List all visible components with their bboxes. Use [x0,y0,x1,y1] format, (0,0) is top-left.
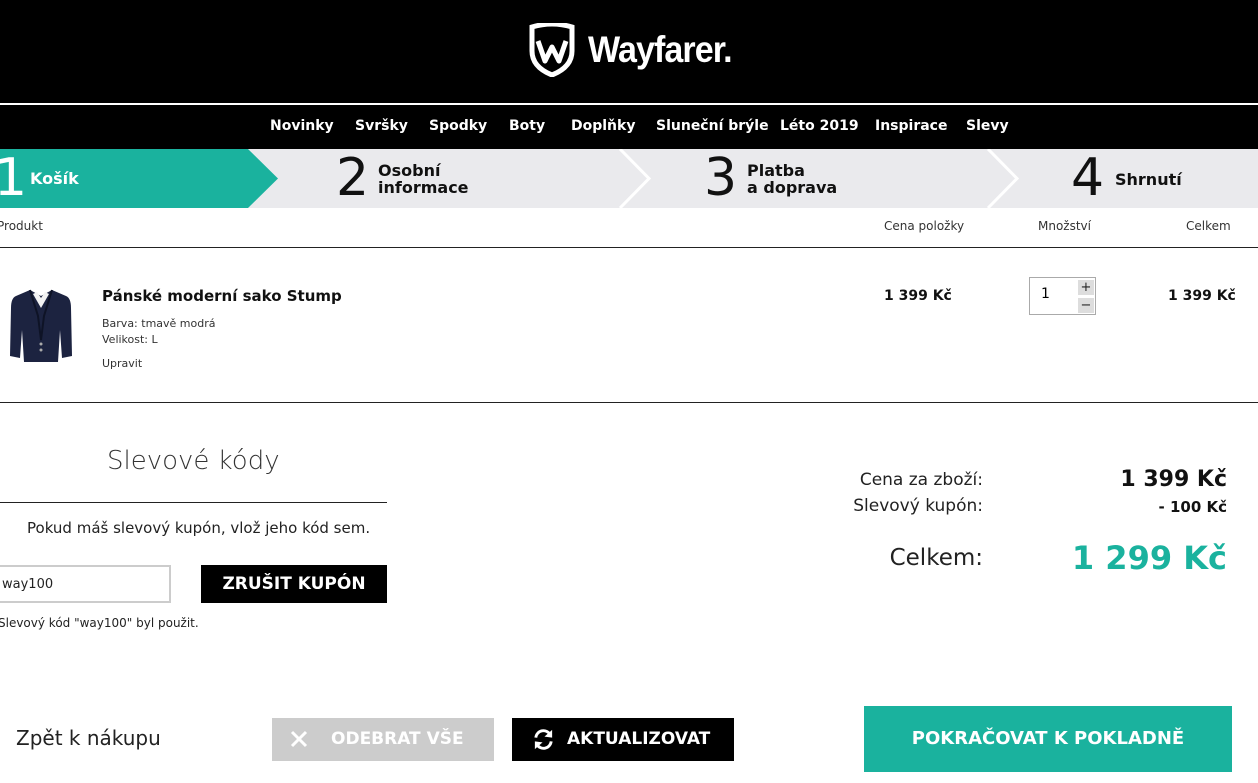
remove-all-button[interactable]: ODEBRAT VŠE [272,718,494,761]
column-header-unit-price: Cena položky [884,219,965,233]
total-value: 1 299 Kč [1071,539,1227,577]
goods-price-value: 1 399 Kč [1120,467,1227,492]
step-2-number: 2 [336,149,370,208]
main-nav: Novinky Svršky Spodky Boty Doplňky Slune… [0,105,1258,149]
table-bottom-divider [0,402,1258,403]
nav-item-inspirace[interactable]: Inspirace [875,105,947,149]
goods-price-label: Cena za zboží: [859,470,983,490]
logo-text: Wayfarer. [588,29,733,70]
update-cart-button[interactable]: AKTUALIZOVAT [512,718,734,761]
item-unit-price: 1 399 Kč [884,288,952,304]
site-header: Wayfarer. [0,0,1258,103]
nav-item-novinky[interactable]: Novinky [270,105,334,149]
update-cart-label: AKTUALIZOVAT [567,729,711,749]
step-3-label-line2: a doprava [747,178,838,197]
product-thumbnail[interactable] [8,286,74,364]
column-header-total: Celkem [1186,219,1231,233]
quantity-stepper: + − [1029,277,1096,315]
quantity-input[interactable] [1041,286,1081,302]
step-3-number: 3 [704,149,738,208]
coupon-code-input[interactable] [0,565,171,603]
discount-value: - 100 Kč [1158,498,1228,516]
nav-item-slevy[interactable]: Slevy [966,105,1009,149]
step-3-label-line1: Platba [747,161,805,180]
coupon-title-divider [0,502,387,503]
step-2-label-line1: Osobní [378,161,441,180]
step-2-label-line2: informace [378,178,469,197]
step-4-label: Shrnutí [1115,170,1182,189]
proceed-to-checkout-button[interactable]: POKRAČOVAT K POKLADNĚ [864,706,1232,772]
nav-item-svrsky[interactable]: Svršky [355,105,408,149]
step-4-number: 4 [1071,149,1105,208]
step-1-number: 1 [0,149,28,208]
nav-item-doplnky[interactable]: Doplňky [571,105,635,149]
cancel-coupon-button[interactable]: ZRUŠIT KUPÓN [201,565,387,603]
column-header-product: Produkt [0,219,43,233]
checkout-steps: 1 Košík 2 Osobní informace 3 Platba a do… [0,149,1258,208]
nav-item-leto-2019[interactable]: Léto 2019 [780,105,859,149]
step-separator-chevron [618,149,652,208]
back-to-shop-link[interactable]: Zpět k nákupu [16,726,161,750]
wayfarer-shield-icon [529,23,575,77]
discount-label: Slevový kupón: [853,496,983,516]
step-1-label: Košík [30,169,79,188]
nav-item-slunecni-bryle[interactable]: Sluneční brýle [656,105,769,149]
quantity-increase-button[interactable]: + [1078,280,1094,295]
product-size: Velikost: L [102,333,158,346]
table-header-divider [0,247,1258,248]
item-total-price: 1 399 Kč [1168,288,1236,304]
edit-item-link[interactable]: Upravit [102,357,142,370]
quantity-decrease-button[interactable]: − [1078,298,1094,313]
coupon-applied-message: Slevový kód "way100" byl použit. [0,616,199,630]
remove-all-label: ODEBRAT VŠE [331,729,464,749]
step-separator-chevron [986,149,1020,208]
total-label: Celkem: [889,545,983,571]
logo[interactable]: Wayfarer. [528,22,744,78]
close-icon [290,730,308,748]
coupon-instructions: Pokud máš slevový kupón, vlož jeho kód s… [27,519,371,537]
refresh-icon [534,729,553,750]
coupon-section-title: Slevové kódy [107,446,280,476]
nav-item-spodky[interactable]: Spodky [429,105,487,149]
product-color: Barva: tmavě modrá [102,317,216,330]
product-name[interactable]: Pánské moderní sako Stump [102,287,342,305]
column-header-quantity: Množství [1038,219,1091,233]
nav-item-boty[interactable]: Boty [509,105,545,149]
